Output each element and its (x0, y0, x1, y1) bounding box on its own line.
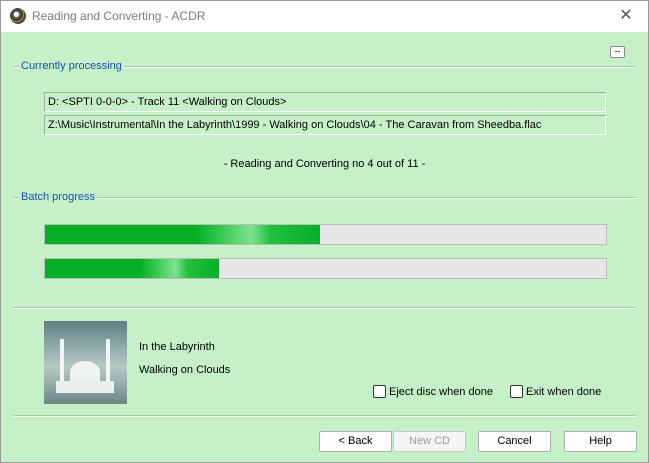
dialog-body: -- Currently processing D: <SPTI 0-0-0> … (1, 32, 648, 462)
status-text: - Reading and Converting no 4 out of 11 … (223, 158, 426, 170)
cd-disc-icon (10, 8, 26, 24)
exit-when-done-checkbox[interactable] (510, 385, 523, 398)
close-icon[interactable]: ✕ (612, 5, 640, 27)
batch-progress-label: Batch progress (19, 191, 97, 203)
section-divider (13, 197, 636, 199)
currently-processing-label: Currently processing (19, 60, 124, 72)
eject-disc-option[interactable]: Eject disc when done (373, 385, 493, 398)
collapse-button[interactable]: -- (610, 46, 625, 58)
album-artist: In the Labyrinth (139, 341, 215, 353)
album-title: Walking on Clouds (139, 364, 231, 376)
exit-when-done-label: Exit when done (526, 385, 602, 398)
eject-disc-checkbox[interactable] (373, 385, 386, 398)
album-cover-image (44, 321, 127, 404)
cancel-button[interactable]: Cancel (478, 431, 551, 452)
batch-progress-bar (44, 258, 607, 279)
track-progress-fill (45, 225, 320, 244)
drive-track-field: D: <SPTI 0-0-0> - Track 11 <Walking on C… (44, 92, 606, 112)
eject-disc-label: Eject disc when done (389, 385, 493, 398)
batch-progress-fill (45, 259, 219, 278)
help-button[interactable]: Help (564, 431, 637, 452)
output-file-field: Z:\Music\Instrumental\In the Labyrinth\1… (44, 115, 606, 135)
dialog-window: Reading and Converting - ACDR ✕ -- Curre… (0, 0, 649, 463)
title-bar: Reading and Converting - ACDR ✕ (1, 1, 648, 32)
exit-when-done-option[interactable]: Exit when done (510, 385, 601, 398)
new-cd-button[interactable]: New CD (393, 431, 466, 452)
section-divider (13, 415, 636, 417)
track-progress-bar (44, 224, 607, 245)
back-button[interactable]: < Back (319, 431, 392, 452)
window-title: Reading and Converting - ACDR (32, 9, 206, 23)
section-divider (13, 307, 636, 309)
